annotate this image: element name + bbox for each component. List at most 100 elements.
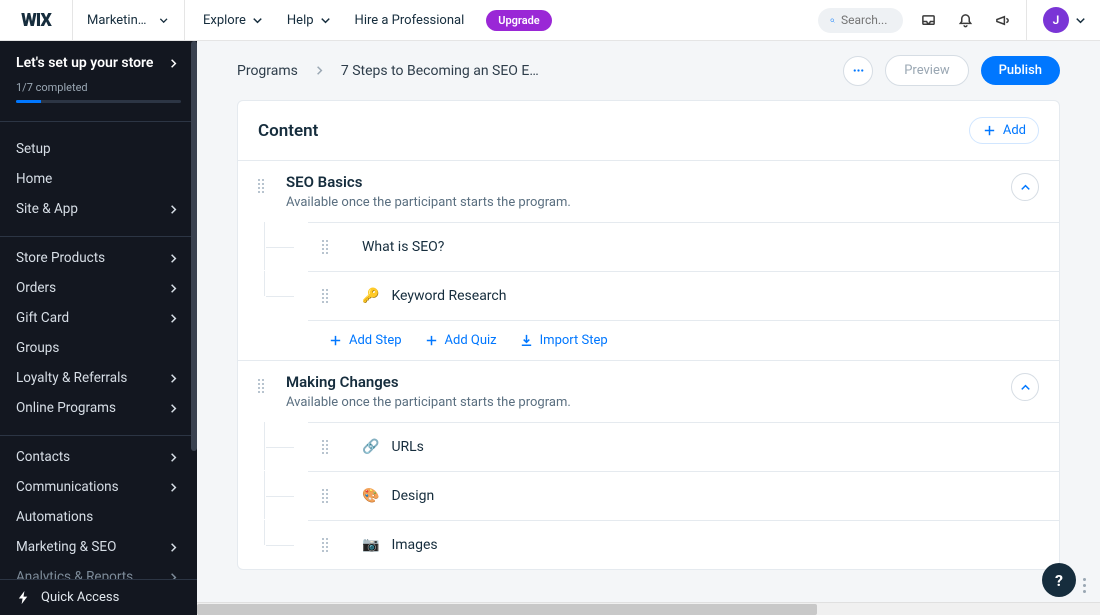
horizontal-scrollbar[interactable] [197, 602, 1100, 615]
section-title: Making Changes [286, 373, 1011, 391]
chevron-up-icon [1018, 380, 1033, 395]
sidebar-item[interactable]: Gift Card [0, 303, 197, 333]
add-step-button[interactable]: Add Step [328, 333, 402, 348]
progress-bar [16, 100, 181, 103]
setup-card[interactable]: Let's set up your store 1/7 completed [0, 41, 197, 115]
sidebar-item-label: Site & App [16, 201, 78, 217]
step-item[interactable]: 📷 Images [308, 520, 1059, 569]
preview-button[interactable]: Preview [885, 55, 968, 86]
site-selector-label: Marketing ... [87, 13, 151, 28]
section-header[interactable]: SEO Basics Available once the participant… [238, 160, 1059, 222]
megaphone-icon[interactable] [995, 13, 1010, 28]
step-emoji: 📷 [362, 537, 379, 553]
section-header[interactable]: Making Changes Available once the partici… [238, 360, 1059, 422]
sidebar-item[interactable]: Online Programs [0, 393, 197, 423]
section-subtitle: Available once the participant starts th… [286, 195, 1011, 210]
step-label: Keyword Research [391, 288, 506, 304]
drag-handle[interactable] [322, 538, 338, 552]
bell-icon[interactable] [958, 13, 973, 28]
help-menu-dots[interactable] [1083, 578, 1086, 593]
sidebar-item-label: Setup [16, 141, 51, 157]
drag-handle[interactable] [322, 489, 338, 503]
account-menu[interactable]: J [1026, 0, 1100, 40]
sidebar-item-label: Groups [16, 340, 59, 356]
step-item[interactable]: 🔗URLs [308, 422, 1059, 471]
section-title: SEO Basics [286, 173, 1011, 191]
chevron-right-icon [166, 56, 181, 71]
sidebar-item-label: Marketing & SEO [16, 539, 116, 555]
breadcrumb-current: 7 Steps to Becoming an SEO E… [341, 63, 539, 79]
sidebar-item[interactable]: Analytics & Reports [0, 562, 197, 579]
nav-help[interactable]: Help [287, 13, 333, 28]
add-quiz-button[interactable]: Add Quiz [424, 333, 497, 348]
collapse-button[interactable] [1011, 173, 1039, 201]
inbox-icon[interactable] [921, 13, 936, 28]
sidebar-item-label: Analytics & Reports [16, 569, 133, 579]
plus-icon [328, 333, 343, 348]
sidebar-item-label: Gift Card [16, 310, 69, 326]
sidebar-item[interactable]: Communications [0, 472, 197, 502]
step-emoji: 🔑 [362, 288, 379, 304]
drag-handle[interactable] [322, 240, 338, 254]
sidebar-item-label: Loyalty & Referrals [16, 370, 127, 386]
publish-button[interactable]: Publish [981, 56, 1060, 85]
sidebar-item[interactable]: Contacts [0, 442, 197, 472]
sidebar-item[interactable]: Marketing & SEO [0, 532, 197, 562]
chevron-down-icon [318, 13, 333, 28]
chevron-right-icon [166, 202, 181, 217]
topbar: WIX Marketing ... Explore Help Hire a Pr… [0, 0, 1100, 41]
more-options-button[interactable] [843, 56, 873, 86]
sidebar-item-label: Contacts [16, 449, 70, 465]
sidebar-item[interactable]: Automations [0, 502, 197, 532]
breadcrumb-root[interactable]: Programs [237, 63, 298, 79]
upgrade-button[interactable]: Upgrade [486, 10, 551, 31]
collapse-button[interactable] [1011, 373, 1039, 401]
sidebar-item-label: Orders [16, 280, 56, 296]
step-emoji: 🎨 [362, 488, 379, 504]
search-input[interactable] [818, 8, 903, 33]
drag-handle[interactable] [322, 289, 338, 303]
nav-explore[interactable]: Explore [203, 13, 265, 28]
sidebar-item[interactable]: Loyalty & Referrals [0, 363, 197, 393]
quick-access[interactable]: Quick Access [0, 579, 197, 615]
breadcrumb: Programs 7 Steps to Becoming an SEO E… [237, 63, 539, 79]
step-label: Images [391, 537, 437, 553]
import-step-button[interactable]: Import Step [519, 333, 608, 348]
chevron-right-icon [166, 251, 181, 266]
step-item[interactable]: What is SEO? [308, 222, 1059, 271]
search-field[interactable] [841, 13, 891, 27]
drag-handle[interactable] [258, 379, 274, 393]
sidebar-item[interactable]: Home [0, 164, 197, 194]
chevron-right-icon [166, 311, 181, 326]
download-icon [519, 333, 534, 348]
chevron-right-icon [166, 540, 181, 555]
chevron-down-icon [250, 13, 265, 28]
nav-hire[interactable]: Hire a Professional [355, 13, 465, 28]
chevron-right-icon [166, 480, 181, 495]
wix-logo[interactable]: WIX [0, 0, 73, 40]
drag-handle[interactable] [258, 179, 274, 193]
chevron-right-icon [166, 281, 181, 296]
step-item[interactable]: 🔑 Keyword Research [308, 271, 1059, 320]
chevron-up-icon [1018, 180, 1033, 195]
sidebar-item[interactable]: Groups [0, 333, 197, 363]
sidebar-item[interactable]: Store Products [0, 243, 197, 273]
chevron-down-icon [1073, 13, 1088, 28]
site-selector[interactable]: Marketing ... [73, 0, 185, 40]
setup-title: Let's set up your store [16, 55, 153, 71]
sidebar-item[interactable]: Setup [0, 134, 197, 164]
content-card: Content Add SEO BasicsAvailable once the… [237, 100, 1060, 570]
sidebar-item[interactable]: Site & App [0, 194, 197, 224]
step-label: What is SEO? [362, 239, 444, 255]
sidebar: Let's set up your store 1/7 completed Se… [0, 41, 197, 615]
drag-handle[interactable] [322, 440, 338, 454]
step-item[interactable]: 🎨Design [308, 471, 1059, 520]
add-button[interactable]: Add [969, 117, 1039, 144]
step-label: URLs [391, 439, 423, 455]
plus-icon [982, 123, 997, 138]
sidebar-item[interactable]: Orders [0, 273, 197, 303]
chevron-right-icon [166, 570, 181, 580]
section-subtitle: Available once the participant starts th… [286, 395, 1011, 410]
help-button[interactable]: ? [1042, 563, 1076, 597]
plus-icon [424, 333, 439, 348]
